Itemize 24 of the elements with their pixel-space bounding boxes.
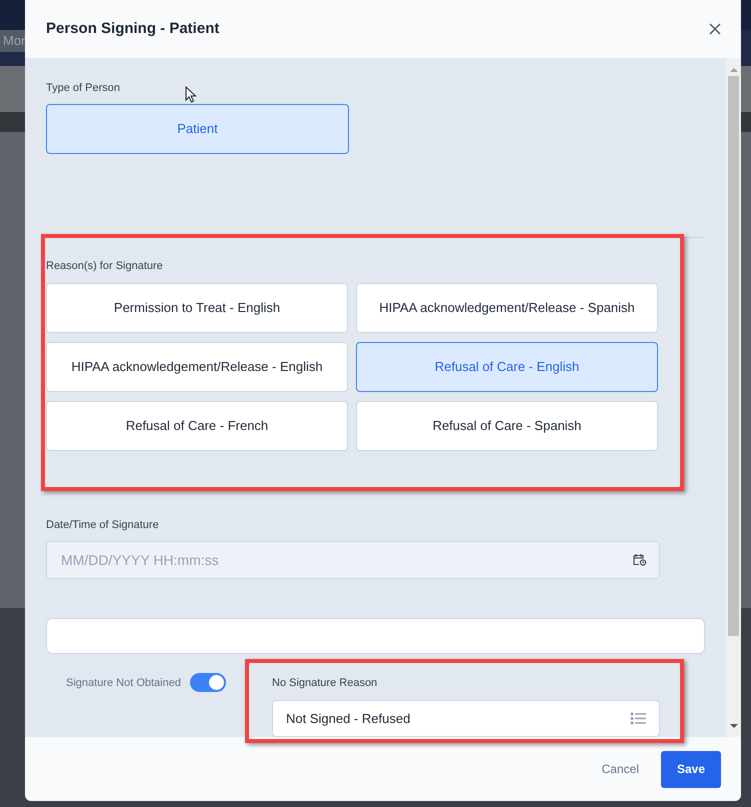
- option-button[interactable]: Refusal of Care - Spanish: [356, 400, 658, 451]
- option-button[interactable]: Permission to Treat - English: [46, 282, 348, 333]
- calendar-clock-icon: [633, 553, 647, 566]
- option-button[interactable]: HIPAA acknowledgement/Release - English: [46, 342, 348, 392]
- save-button[interactable]: Save: [661, 750, 721, 788]
- close-icon[interactable]: [709, 23, 721, 35]
- option-button[interactable]: HIPAA acknowledgement/Release - Spanish: [356, 282, 658, 333]
- toggle-label: Signature Not Obtained: [66, 676, 181, 690]
- toggle-switch[interactable]: [190, 672, 226, 692]
- field-label: Type of Person: [46, 81, 120, 96]
- option-button[interactable]: Patient: [46, 104, 349, 154]
- field-label: Reason(s) for Signature: [46, 259, 164, 274]
- cursor-icon: [185, 86, 197, 103]
- scrollbar[interactable]: [726, 58, 741, 737]
- list-icon: [630, 712, 646, 725]
- reason-select[interactable]: Not Signed - Refused: [272, 700, 660, 737]
- option-button[interactable]: Refusal of Care - French: [46, 400, 348, 451]
- dialog-title: Person Signing - Patient: [46, 18, 220, 39]
- field-label: Date/Time of Signature: [46, 518, 160, 533]
- cancel-button[interactable]: Cancel: [600, 760, 641, 778]
- field-label: No Signature Reason: [272, 676, 378, 690]
- datetime-field[interactable]: MM/DD/YYYY HH:mm:ss: [46, 541, 660, 580]
- option-button[interactable]: Refusal of Care - English: [356, 342, 658, 392]
- scroll-down-icon[interactable]: [730, 723, 738, 729]
